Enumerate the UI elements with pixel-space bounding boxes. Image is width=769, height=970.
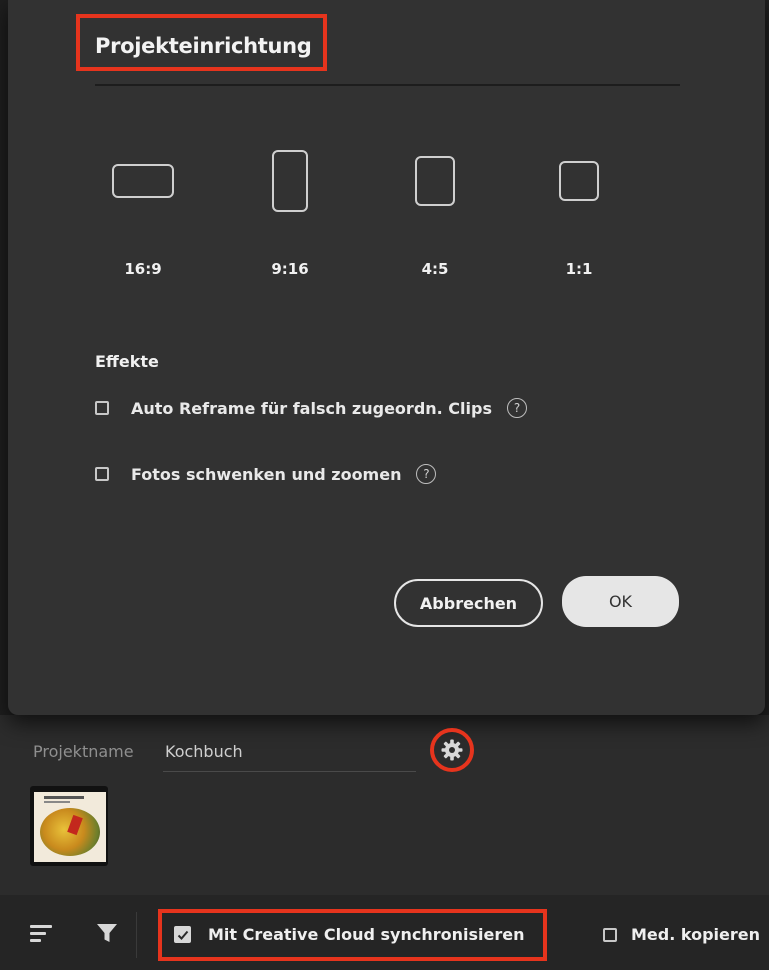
help-icon[interactable]: ? [416,464,437,484]
cancel-button[interactable]: Abbrechen [394,579,543,627]
effects-heading: Effekte [95,352,159,371]
pan-zoom-checkbox[interactable] [95,467,109,481]
aspect-ratio-label: 1:1 [565,260,593,278]
project-thumbnail[interactable] [30,786,108,866]
four-five-frame-icon [415,156,455,206]
ok-button[interactable]: OK [562,576,679,627]
auto-reframe-option[interactable]: Auto Reframe für falsch zugeordn. Clips … [95,398,527,418]
project-name-input[interactable]: Kochbuch [165,742,243,761]
auto-reframe-checkbox[interactable] [95,401,109,415]
gear-icon [441,739,463,761]
dialog-title: Projekteinrichtung [95,34,312,58]
square-frame-icon [559,161,599,201]
landscape-frame-icon [112,164,174,198]
copy-media-label: Med. kopieren [631,925,760,944]
project-name-label: Projektname [33,742,134,761]
checkmark-icon [177,930,188,940]
list-icon[interactable] [30,925,52,943]
copy-media-checkbox[interactable] [603,927,617,942]
aspect-ratio-1-1-option[interactable]: 1:1 [541,148,617,278]
copy-media-option[interactable]: Med. kopieren [603,925,760,944]
portrait-frame-icon [272,150,308,212]
auto-reframe-label: Auto Reframe für falsch zugeordn. Clips [131,398,492,418]
filter-icon[interactable] [96,922,118,948]
sync-label: Mit Creative Cloud synchronisieren [208,925,525,944]
title-divider [95,84,680,86]
aspect-ratio-label: 16:9 [124,260,162,278]
thumbnail-subheader-line [44,801,70,803]
aspect-ratio-16-9-option[interactable]: 16:9 [105,148,181,278]
aspect-ratio-9-16-option[interactable]: 9:16 [252,148,328,278]
pan-zoom-option[interactable]: Fotos schwenken und zoomen ? [95,464,437,484]
project-settings-button[interactable] [430,728,474,772]
aspect-ratio-4-5-option[interactable]: 4:5 [397,148,473,278]
sync-checkbox[interactable] [174,926,191,943]
help-icon[interactable]: ? [507,398,527,418]
thumbnail-header-line [44,796,84,799]
aspect-ratio-label: 4:5 [421,260,449,278]
aspect-ratio-label: 9:16 [271,260,309,278]
pan-zoom-label: Fotos schwenken und zoomen [131,464,402,484]
project-name-underline [163,771,416,772]
sync-creative-cloud-option[interactable]: Mit Creative Cloud synchronisieren [174,925,525,944]
toolbar-divider [136,912,137,958]
